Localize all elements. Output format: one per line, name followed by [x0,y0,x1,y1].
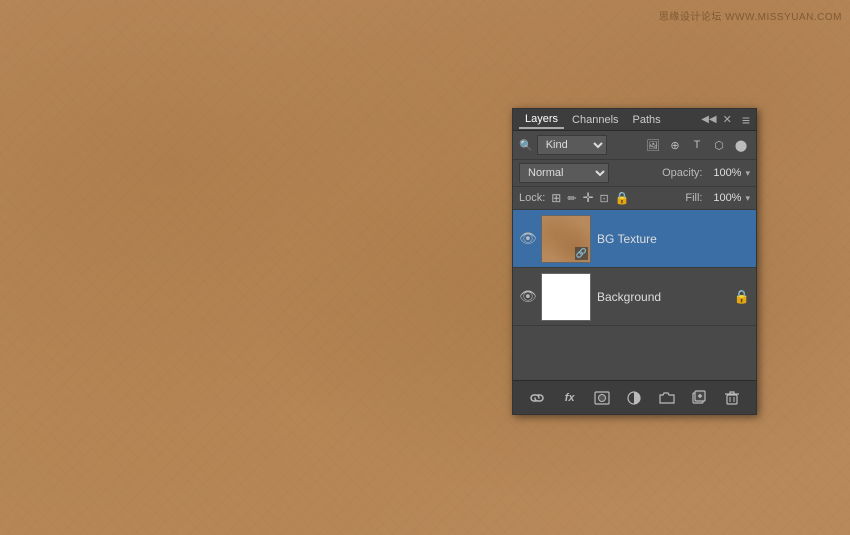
layer-thumbnail-background [541,273,591,321]
filter-shape-icon[interactable]: ⬡ [710,136,728,154]
watermark: 思缘设计论坛 WWW.MISSYUAN.COM [659,8,842,23]
panel-menu-icon[interactable]: ≡ [742,112,750,128]
blend-mode-select[interactable]: Normal Dissolve Multiply Screen Overlay [519,163,609,183]
fill-label: Fill: [685,192,702,204]
filter-type-icons: 🖼 ⊕ T ⬡ ⬤ [644,136,750,154]
add-mask-button[interactable] [591,387,613,409]
link-layers-button[interactable] [526,387,548,409]
search-icon: 🔍 [519,139,533,152]
panel-header-icons: ◀◀ ✕ ≡ [701,112,750,128]
opacity-group: Opacity: 100% ▾ [662,167,750,179]
layer-name-bg-texture[interactable]: BG Texture [597,232,750,246]
new-group-button[interactable] [656,387,678,409]
tab-channels[interactable]: Channels [566,112,624,128]
layer-link-icon-bg-texture: 🔗 [575,247,588,260]
collapse-panel-icon[interactable]: ◀◀ [701,114,716,125]
fill-group: Fill: 100% ▾ [685,192,750,204]
layer-name-background[interactable]: Background [597,290,728,304]
lock-artboard-icon[interactable]: ⊡ [599,192,608,205]
layer-row-background[interactable]: 👁 Background 🔒 [513,268,756,326]
filter-pixel-icon[interactable]: 🖼 [644,136,662,154]
lock-row: Lock: ⊞ ✏ ✛ ⊡ 🔒 Fill: 100% ▾ [513,187,756,210]
lock-image-icon[interactable]: ✏ [567,192,576,205]
filter-row: 🔍 Kind Name Effect Mode 🖼 ⊕ T ⬡ ⬤ [513,131,756,160]
new-layer-button[interactable] [688,387,710,409]
opacity-label: Opacity: [662,167,702,179]
opacity-value[interactable]: 100% [706,167,741,179]
lock-transparent-icon[interactable]: ⊞ [551,191,561,205]
delete-layer-button[interactable] [721,387,743,409]
lock-all-icon[interactable]: 🔒 [615,191,630,205]
layer-lock-background-icon: 🔒 [734,289,750,305]
layer-visibility-background[interactable]: 👁 [519,288,535,305]
lock-icons: ⊞ ✏ ✛ ⊡ 🔒 [551,190,629,206]
close-panel-icon[interactable]: ✕ [723,113,732,126]
layers-panel: Layers Channels Paths ◀◀ ✕ ≡ 🔍 Kind Name… [512,108,757,415]
fill-arrow-icon[interactable]: ▾ [745,193,750,204]
layers-spacer [513,330,756,380]
filter-smart-icon[interactable]: ⬤ [732,136,750,154]
layer-thumbnail-bg-texture: 🔗 [541,215,591,263]
opacity-arrow-icon[interactable]: ▾ [745,168,750,179]
fill-value[interactable]: 100% [706,192,741,204]
filter-text-icon[interactable]: T [688,136,706,154]
filter-adjust-icon[interactable]: ⊕ [666,136,684,154]
lock-position-icon[interactable]: ✛ [583,190,594,206]
layers-list: 👁 🔗 BG Texture 👁 Background 🔒 [513,210,756,330]
lock-label: Lock: [519,192,545,204]
layer-visibility-bg-texture[interactable]: 👁 [519,230,535,247]
add-fx-button[interactable]: fx [559,387,581,409]
blend-row: Normal Dissolve Multiply Screen Overlay … [513,160,756,187]
panel-bottom-toolbar: fx [513,380,756,414]
panel-tabs: Layers Channels Paths [519,111,667,129]
tab-layers[interactable]: Layers [519,111,564,129]
filter-kind-select[interactable]: Kind Name Effect Mode [537,135,607,155]
adjustment-button[interactable] [623,387,645,409]
tab-paths[interactable]: Paths [627,112,667,128]
layer-row-bg-texture[interactable]: 👁 🔗 BG Texture [513,210,756,268]
panel-header: Layers Channels Paths ◀◀ ✕ ≡ [513,109,756,131]
